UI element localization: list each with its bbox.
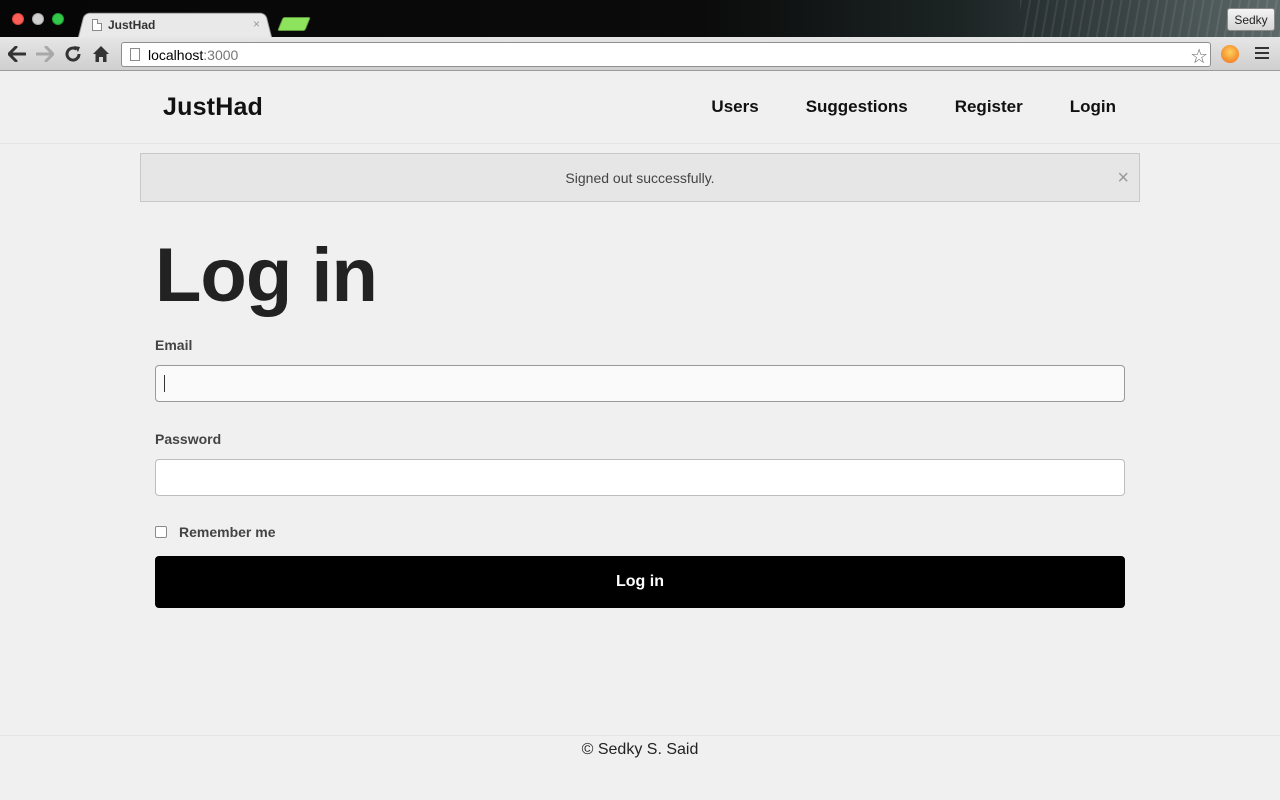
back-icon[interactable] <box>7 44 27 64</box>
new-tab-button[interactable] <box>277 17 311 31</box>
brand-logo[interactable]: JustHad <box>163 93 263 122</box>
close-icon[interactable]: × <box>1117 167 1129 189</box>
alert-message: Signed out successfully. <box>565 169 715 186</box>
email-field[interactable] <box>155 365 1125 402</box>
nav-links: Users Suggestions Register Login <box>711 97 1116 117</box>
nav-link-register[interactable]: Register <box>955 97 1023 117</box>
page-icon <box>92 19 102 31</box>
text-caret <box>164 375 165 392</box>
forward-icon[interactable] <box>35 44 55 64</box>
login-button[interactable]: Log in <box>155 556 1125 608</box>
profile-button[interactable]: Sedky <box>1227 8 1275 31</box>
password-field[interactable] <box>155 459 1125 496</box>
remember-me-label[interactable]: Remember me <box>179 524 276 540</box>
hamburger-menu-icon[interactable] <box>1255 47 1269 59</box>
window-zoom-button[interactable] <box>52 13 64 25</box>
password-label: Password <box>155 431 222 447</box>
nav-link-users[interactable]: Users <box>711 97 758 117</box>
site-footer: © Sedky S. Said <box>0 735 1280 800</box>
remember-me-checkbox[interactable] <box>155 526 167 538</box>
site-navbar: JustHad Users Suggestions Register Login <box>0 72 1280 144</box>
tab-title: JustHad <box>108 18 156 32</box>
browser-toolbar: localhost:3000 ☆ <box>0 37 1280 71</box>
browser-tab-content[interactable]: JustHad <box>92 15 155 35</box>
window-minimize-button[interactable] <box>32 13 44 25</box>
extension-icon[interactable] <box>1221 45 1239 63</box>
reload-icon[interactable] <box>63 44 83 64</box>
remember-me-row[interactable]: Remember me <box>155 524 276 540</box>
star-icon[interactable]: ☆ <box>1190 44 1208 69</box>
nav-link-login[interactable]: Login <box>1070 97 1116 117</box>
footer-copyright: © Sedky S. Said <box>581 741 699 758</box>
tab-close-icon[interactable]: × <box>253 15 260 33</box>
url-text[interactable]: localhost:3000 <box>148 47 238 63</box>
flash-alert: Signed out successfully. × <box>140 153 1140 202</box>
email-label: Email <box>155 337 193 353</box>
page-title: Log in <box>155 233 378 318</box>
home-icon[interactable] <box>91 44 111 64</box>
nav-link-suggestions[interactable]: Suggestions <box>806 97 908 117</box>
window-close-button[interactable] <box>12 13 24 25</box>
page-info-icon[interactable] <box>130 48 140 61</box>
address-bar[interactable]: localhost:3000 ☆ <box>121 42 1211 69</box>
